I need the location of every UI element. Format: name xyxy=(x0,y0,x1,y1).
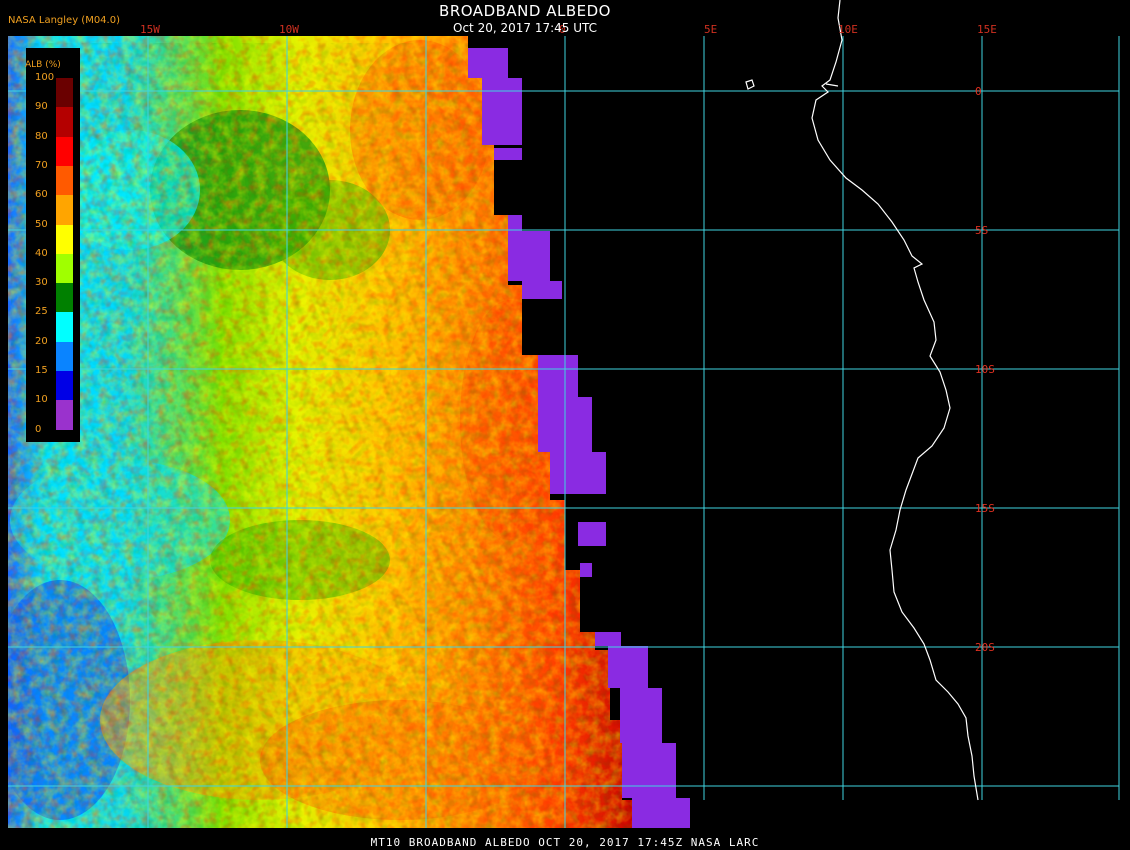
legend-tick-label: 100 xyxy=(35,72,55,83)
legend-tick-label: 0 xyxy=(35,423,42,435)
legend-swatch xyxy=(56,136,73,167)
footer-caption: MT10 BROADBAND ALBEDO OCT 20, 2017 17:45… xyxy=(370,836,760,849)
legend-swatch xyxy=(56,312,73,343)
lat-label-20s: 20S xyxy=(975,641,995,654)
albedo-legend: ALB (%) 100 90 80 70 60 50 40 30 25 20 15 10 0 xyxy=(25,48,80,442)
legend-swatch xyxy=(56,253,73,284)
legend-tick-label: 60 xyxy=(35,189,48,201)
lat-label-10s: 10S xyxy=(975,363,995,376)
map-title: BROADBAND ALBEDO xyxy=(439,2,611,20)
lat-label-5s: 5S xyxy=(975,224,988,237)
legend-swatch xyxy=(56,78,73,108)
legend-swatch xyxy=(56,165,73,196)
map-timestamp: Oct 20, 2017 17:45 UTC xyxy=(453,21,597,35)
legend-tick-label: 80 xyxy=(35,130,48,142)
albedo-map: 15W 10W 0 5E 10E 15E 0 5S 10S 15S 20S xyxy=(8,0,1120,828)
legend-swatch xyxy=(56,371,73,401)
lat-label-0: 0 xyxy=(975,85,982,98)
legend-swatch xyxy=(56,341,73,372)
latitude-labels: 0 5S 10S 15S 20S xyxy=(975,85,995,654)
coastline xyxy=(745,0,979,801)
lat-label-15s: 15S xyxy=(975,502,995,515)
legend-tick-label: 30 xyxy=(35,277,48,289)
legend-tick-label: 40 xyxy=(35,247,48,259)
legend-swatch xyxy=(56,195,73,225)
legend-swatch xyxy=(56,400,73,431)
legend-swatch xyxy=(56,107,73,138)
legend-tick-label: 50 xyxy=(35,218,48,230)
legend-swatch xyxy=(56,224,73,255)
legend-tick-label: 90 xyxy=(35,101,48,113)
source-label: NASA Langley (M04.0) xyxy=(8,15,120,26)
legend-tick-label: 25 xyxy=(35,306,48,318)
legend-title: ALB (%) xyxy=(25,60,61,70)
legend-tick-label: 20 xyxy=(35,335,48,347)
legend-tick-label: 15 xyxy=(35,365,48,376)
legend-tick-label: 70 xyxy=(35,159,48,171)
legend-tick-label: 10 xyxy=(35,394,48,406)
legend-swatch xyxy=(56,283,73,313)
